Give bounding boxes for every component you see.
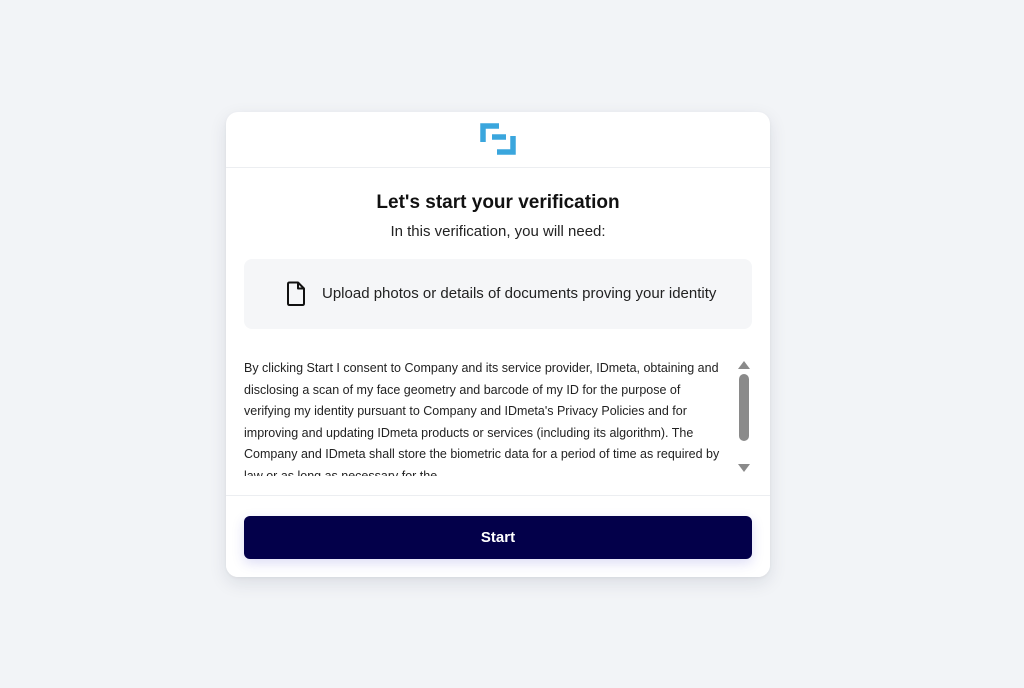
consent-text: By clicking Start I consent to Company a… xyxy=(244,361,720,476)
verification-card: Let's start your verification In this ve… xyxy=(226,112,770,577)
start-button[interactable]: Start xyxy=(244,516,752,559)
card-footer: Start xyxy=(226,495,770,577)
card-header xyxy=(226,112,770,168)
scrollbar-thumb[interactable] xyxy=(739,374,749,441)
page-subtitle: In this verification, you will need: xyxy=(390,223,606,240)
idmeta-logo-icon xyxy=(480,122,516,155)
scroll-down-arrow-icon[interactable] xyxy=(738,464,750,472)
requirement-text: Upload photos or details of documents pr… xyxy=(322,285,717,302)
scrollbar[interactable] xyxy=(736,358,752,476)
page-title: Let's start your verification xyxy=(376,192,620,213)
document-icon xyxy=(287,281,305,306)
consent-scroll-area[interactable]: By clicking Start I consent to Company a… xyxy=(244,358,752,476)
scroll-up-arrow-icon[interactable] xyxy=(738,361,750,369)
requirement-item: Upload photos or details of documents pr… xyxy=(244,259,752,329)
